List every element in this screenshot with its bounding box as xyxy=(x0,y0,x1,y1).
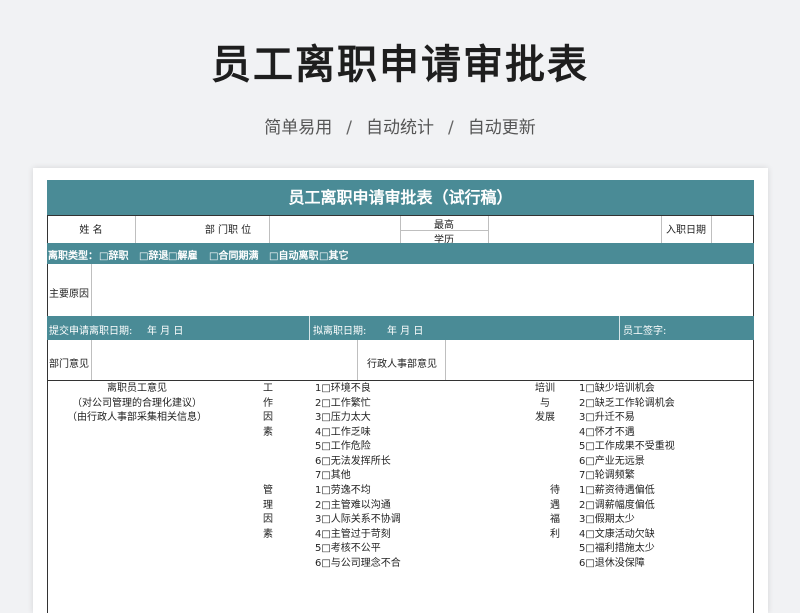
form-title: 员工离职申请审批表（试行稿） xyxy=(47,180,754,215)
management-char: 素 xyxy=(263,528,273,540)
training-char: 发展 xyxy=(535,412,555,423)
leave-option-dismissed[interactable]: □辞退 xyxy=(139,247,168,262)
employee-opinion-block: 离职员工意见 （对公司管理的合理化建议） （由行政人事部采集相关信息） xyxy=(47,382,227,426)
subtitle-separator: / xyxy=(448,118,454,138)
subtitle-part-2: 自动统计 xyxy=(366,118,434,138)
work-factors-char: 因 xyxy=(263,412,273,423)
training-item[interactable]: 2□缺乏工作轮调机会 xyxy=(579,397,675,412)
planned-date-label: 拟离职日期: xyxy=(313,326,367,337)
training-header: 培训 与 发展 xyxy=(525,382,565,426)
welfare-char: 利 xyxy=(550,528,560,540)
welfare-item[interactable]: 5□福利措施太少 xyxy=(579,542,655,557)
main-reason-label: 主要原因 xyxy=(49,289,89,300)
hero-title: 员工离职申请审批表 xyxy=(211,42,589,88)
management-item[interactable]: 3□人际关系不协调 xyxy=(315,513,401,528)
work-factors-char: 作 xyxy=(263,397,273,409)
welfare-item[interactable]: 3□假期太少 xyxy=(579,513,655,528)
subtitle-part-3: 自动更新 xyxy=(467,118,536,138)
welfare-char: 待 xyxy=(550,485,560,496)
work-factors-list: 1□环境不良 2□工作繁忙 3□压力太大 4□工作乏味 5□工作危险 6□无法发… xyxy=(315,382,391,484)
employee-opinion-note-2: （由行政人事部采集相关信息） xyxy=(67,412,207,423)
training-item[interactable]: 1□缺少培训机会 xyxy=(579,382,675,397)
submit-date-value[interactable]: 年 月 日 xyxy=(147,322,183,337)
work-factors-char: 素 xyxy=(263,426,273,438)
work-factor-item[interactable]: 7□其他 xyxy=(315,469,391,484)
row1-divider xyxy=(269,216,270,243)
management-list: 1□劳逸不均 2□主管难以沟通 3□人际关系不协调 4□主管过于苛刻 5□考核不… xyxy=(315,484,401,571)
welfare-item[interactable]: 6□退休没保障 xyxy=(579,557,655,572)
reason-divider xyxy=(91,264,92,316)
management-item[interactable]: 6□与公司理念不合 xyxy=(315,557,401,572)
work-factor-item[interactable]: 3□压力太大 xyxy=(315,411,391,426)
hero-subtitle: 简单易用 / 自动统计 / 自动更新 xyxy=(0,113,800,138)
opinion-bottom-line xyxy=(47,380,754,381)
leave-option-resign[interactable]: □辞职 xyxy=(99,247,128,262)
leave-option-other[interactable]: □其它 xyxy=(319,247,348,262)
name-label: 姓 名 xyxy=(79,225,103,236)
planned-date-value[interactable]: 年 月 日 xyxy=(387,322,423,337)
management-item[interactable]: 2□主管难以沟通 xyxy=(315,499,401,514)
leave-option-contract-expired[interactable]: □合同期满 xyxy=(209,247,258,262)
management-item[interactable]: 1□劳逸不均 xyxy=(315,484,401,499)
management-item[interactable]: 4□主管过于苛刻 xyxy=(315,528,401,543)
row1-divider xyxy=(488,216,489,243)
training-list: 1□缺少培训机会 2□缺乏工作轮调机会 3□升迁不易 4□怀才不遇 5□工作成果… xyxy=(579,382,675,484)
work-factor-item[interactable]: 1□环境不良 xyxy=(315,382,391,397)
sheet-preview: 员工离职申请审批表（试行稿） 姓 名 部 门职 位 最高 学历 入职日期 离职类… xyxy=(33,168,768,613)
work-factor-item[interactable]: 2□工作繁忙 xyxy=(315,397,391,412)
form-document: 员工离职申请审批表（试行稿） 姓 名 部 门职 位 最高 学历 入职日期 离职类… xyxy=(47,180,754,613)
welfare-item[interactable]: 4□文康活动欠缺 xyxy=(579,528,655,543)
work-factor-item[interactable]: 6□无法发挥所长 xyxy=(315,455,391,470)
management-char: 管 xyxy=(263,485,273,496)
employee-opinion-note-1: （对公司管理的合理化建议） xyxy=(72,397,202,409)
work-factor-item[interactable]: 5□工作危险 xyxy=(315,440,391,455)
management-item[interactable]: 5□考核不公平 xyxy=(315,542,401,557)
join-date-label: 入职日期 xyxy=(666,225,706,236)
frame-right xyxy=(753,215,754,613)
training-item[interactable]: 7□轮调频繁 xyxy=(579,469,675,484)
training-item[interactable]: 5□工作成果不受重视 xyxy=(579,440,675,455)
leave-type-label: 离职类型： xyxy=(48,251,98,262)
dept-position-label: 部 门职 位 xyxy=(204,225,252,236)
management-header: 管 理 因 素 xyxy=(261,484,275,542)
row1-divider xyxy=(711,216,712,243)
training-item[interactable]: 4□怀才不遇 xyxy=(579,426,675,441)
welfare-item[interactable]: 2□调薪幅度偏低 xyxy=(579,499,655,514)
opinion-divider xyxy=(357,340,358,380)
welfare-header: 待 遇 福 利 xyxy=(548,484,562,542)
opinion-divider xyxy=(91,340,92,380)
education-label-top: 最高 xyxy=(434,220,454,231)
subtitle-separator: / xyxy=(346,118,352,138)
employee-signature-label: 员工签字: xyxy=(623,326,667,337)
dates-divider xyxy=(309,316,310,340)
work-factor-item[interactable]: 4□工作乏味 xyxy=(315,426,391,441)
training-item[interactable]: 3□升迁不易 xyxy=(579,411,675,426)
dates-divider xyxy=(619,316,620,340)
welfare-char: 遇 xyxy=(550,499,560,511)
work-factors-char: 工 xyxy=(263,383,273,394)
leave-option-fired[interactable]: □解雇 xyxy=(168,247,197,262)
welfare-char: 福 xyxy=(550,514,560,525)
welfare-item[interactable]: 1□薪资待遇偏低 xyxy=(579,484,655,499)
employee-opinion-title: 离职员工意见 xyxy=(107,383,167,394)
welfare-list: 1□薪资待遇偏低 2□调薪幅度偏低 3□假期太少 4□文康活动欠缺 5□福利措施… xyxy=(579,484,655,571)
admin-opinion-label: 行政人事部意见 xyxy=(367,359,437,370)
management-char: 理 xyxy=(263,499,273,511)
row1-divider xyxy=(135,216,136,243)
submit-date-label: 提交申请离职日期: xyxy=(49,326,133,337)
dept-opinion-label: 部门意见 xyxy=(49,359,89,370)
training-char: 培训 xyxy=(535,383,555,394)
training-char: 与 xyxy=(540,397,550,409)
subtitle-part-1: 简单易用 xyxy=(264,118,333,138)
work-factors-header: 工 作 因 素 xyxy=(261,382,275,440)
opinion-divider xyxy=(445,340,446,380)
training-item[interactable]: 6□产业无远景 xyxy=(579,455,675,470)
leave-option-self-leave[interactable]: □自动离职 xyxy=(269,247,318,262)
management-char: 因 xyxy=(263,514,273,525)
